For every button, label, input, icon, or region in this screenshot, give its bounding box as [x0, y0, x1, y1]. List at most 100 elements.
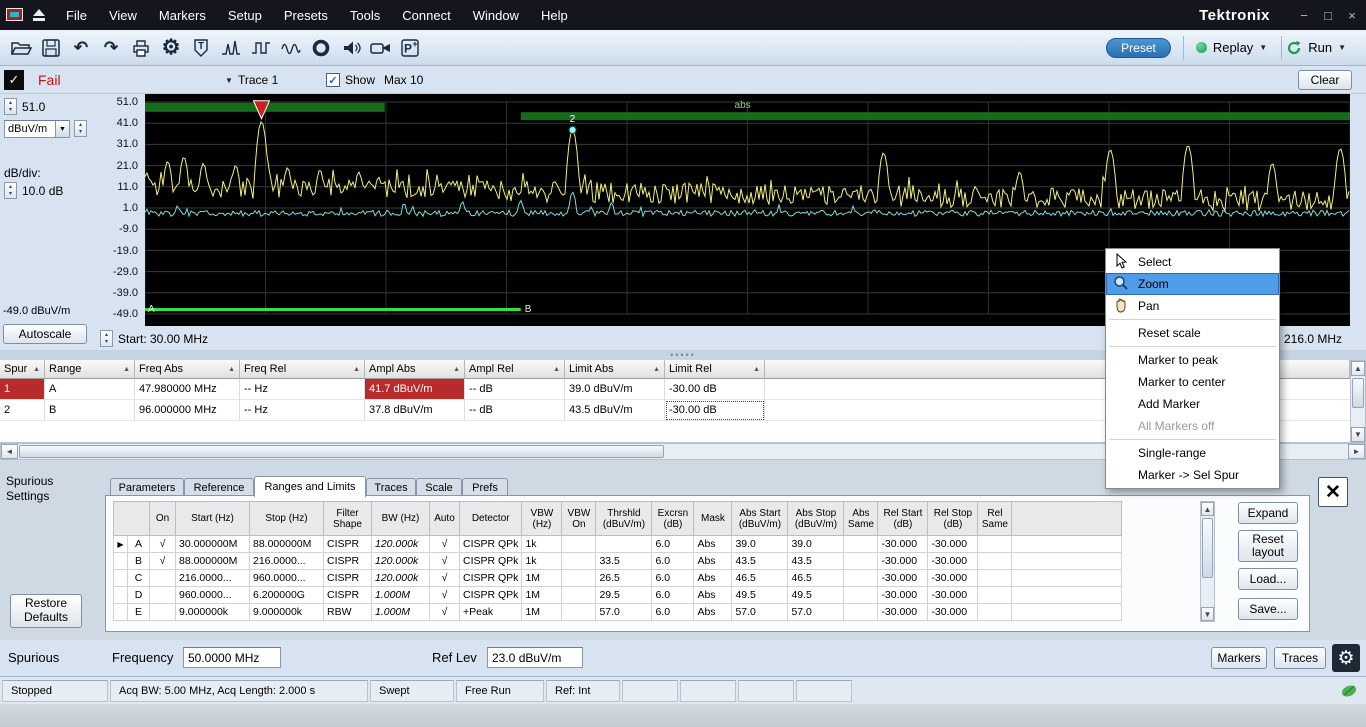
close-icon[interactable]: × — [1344, 8, 1360, 23]
stop-cell[interactable]: 9.000000k — [250, 604, 324, 621]
undo-button[interactable]: ↶ — [66, 33, 96, 63]
range-cell[interactable]: A — [45, 379, 135, 400]
rel-start-cell[interactable]: -30.000 — [878, 604, 928, 621]
abs-start-cell[interactable]: 46.5 — [732, 570, 788, 587]
mask-cell[interactable]: Abs — [694, 536, 732, 553]
unit-combo[interactable]: dBuV/m ▼ — [4, 120, 70, 138]
rel-start-cell[interactable]: -30.000 — [878, 587, 928, 604]
excrsn-cell[interactable]: 6.0 — [652, 536, 694, 553]
start-cell[interactable]: 88.000000M — [176, 553, 250, 570]
spur-table-vscrollbar[interactable]: ▲ ▼ — [1350, 360, 1366, 443]
vbw-cell[interactable]: 1M — [522, 604, 562, 621]
auto-checkbox[interactable]: √ — [430, 604, 460, 621]
range-row-c[interactable]: C 216.0000... 960.0000... CISPR 120.000k… — [114, 570, 1122, 587]
menu-connect[interactable]: Connect — [391, 0, 461, 30]
print-button[interactable] — [126, 33, 156, 63]
excrsn-cell[interactable]: 6.0 — [652, 553, 694, 570]
rel-start-cell[interactable]: -30.000 — [878, 536, 928, 553]
ampl-abs-cell[interactable]: 37.8 dBuV/m — [365, 400, 465, 421]
mask-cell[interactable]: Abs — [694, 587, 732, 604]
freq-rel-cell[interactable]: -- Hz — [240, 379, 365, 400]
stop-cell[interactable]: 6.200000G — [250, 587, 324, 604]
start-cell[interactable]: 960.0000... — [176, 587, 250, 604]
mask-cell[interactable]: Abs — [694, 604, 732, 621]
restore-icon[interactable]: □ — [1320, 8, 1336, 23]
trace-selector[interactable]: Trace 1 — [238, 73, 278, 87]
rel-stop-cell[interactable]: -30.000 — [928, 536, 978, 553]
thrshld-cell[interactable]: 29.5 — [596, 587, 652, 604]
ref-level-input[interactable] — [487, 647, 583, 668]
col-header-limit-rel[interactable]: Limit Rel▲ — [665, 360, 765, 379]
reset-layout-button[interactable]: Reset layout — [1238, 530, 1298, 562]
detector-cell[interactable]: CISPR QPk — [460, 570, 522, 587]
marker-tool-button[interactable]: T — [186, 33, 216, 63]
expand-button[interactable]: Expand — [1238, 502, 1298, 524]
trace-enabled-indicator[interactable]: ✓ — [4, 70, 24, 90]
abs-same-cell[interactable] — [844, 604, 878, 621]
range-row-d[interactable]: D 960.0000... 6.200000G CISPR 1.000M √ C… — [114, 587, 1122, 604]
detector-cell[interactable]: +Peak — [460, 604, 522, 621]
abs-start-cell[interactable]: 43.5 — [732, 553, 788, 570]
thrshld-cell[interactable]: 26.5 — [596, 570, 652, 587]
auto-checkbox[interactable]: √ — [430, 587, 460, 604]
col-header-range[interactable]: Range▲ — [45, 360, 135, 379]
load-button[interactable]: Load... — [1238, 568, 1298, 590]
menu-item-zoom[interactable]: Zoom — [1106, 273, 1279, 295]
auto-checkbox[interactable]: √ — [430, 570, 460, 587]
vbw-cell[interactable]: 1M — [522, 587, 562, 604]
rel-same-cell[interactable] — [978, 587, 1012, 604]
excrsn-cell[interactable]: 6.0 — [652, 587, 694, 604]
bw-cell[interactable]: 1.000M — [372, 604, 430, 621]
menu-item-marker-to-sel-spur[interactable]: Marker -> Sel Spur — [1106, 464, 1279, 486]
rel-stop-cell[interactable]: -30.000 — [928, 570, 978, 587]
abs-stop-cell[interactable]: 49.5 — [788, 587, 844, 604]
on-checkbox[interactable] — [150, 587, 176, 604]
thrshld-cell[interactable]: 57.0 — [596, 604, 652, 621]
spur-number-cell[interactable]: 2 — [0, 400, 45, 421]
start-frequency[interactable]: Start: 30.00 MHz — [118, 332, 208, 346]
ampl-rel-cell[interactable]: -- dB — [465, 379, 565, 400]
abs-start-cell[interactable]: 39.0 — [732, 536, 788, 553]
freq-abs-cell[interactable]: 47.980000 MHz — [135, 379, 240, 400]
autoscale-button[interactable]: Autoscale — [3, 324, 87, 344]
trace-selector-arrow-icon[interactable]: ▼ — [225, 76, 233, 85]
ampl-rel-cell[interactable]: -- dB — [465, 400, 565, 421]
range-cell[interactable]: B — [45, 400, 135, 421]
on-checkbox[interactable] — [150, 604, 176, 621]
abs-same-cell[interactable] — [844, 553, 878, 570]
menu-item-reset-scale[interactable]: Reset scale — [1106, 322, 1279, 344]
abs-same-cell[interactable] — [844, 570, 878, 587]
pulse-measure-button[interactable] — [246, 33, 276, 63]
excrsn-cell[interactable]: 6.0 — [652, 570, 694, 587]
menu-item-pan[interactable]: Pan — [1106, 295, 1279, 317]
range-row-e[interactable]: E 9.000000k 9.000000k RBW 1.000M √ +Peak… — [114, 604, 1122, 621]
range-row-b[interactable]: B √ 88.000000M 216.0000... CISPR 120.000… — [114, 553, 1122, 570]
col-header-ampl-abs[interactable]: Ampl Abs▲ — [365, 360, 465, 379]
rel-stop-cell[interactable]: -30.000 — [928, 587, 978, 604]
clear-button[interactable]: Clear — [1298, 70, 1352, 90]
rel-same-cell[interactable] — [978, 604, 1012, 621]
spur-measure-button[interactable] — [216, 33, 246, 63]
menu-tools[interactable]: Tools — [339, 0, 391, 30]
vbw-on-cell[interactable] — [562, 553, 596, 570]
filter-cell[interactable]: CISPR — [324, 587, 372, 604]
instrument-connect-icon[interactable] — [33, 9, 45, 21]
open-button[interactable] — [6, 33, 36, 63]
restore-defaults-button[interactable]: Restore Defaults — [10, 594, 82, 628]
top-ref-spinner[interactable]: ▴▾ — [4, 98, 17, 115]
save-settings-button[interactable]: Save... — [1238, 598, 1298, 620]
auto-checkbox[interactable]: √ — [430, 536, 460, 553]
col-header-freq-rel[interactable]: Freq Rel▲ — [240, 360, 365, 379]
rel-start-cell[interactable]: -30.000 — [878, 553, 928, 570]
menu-window[interactable]: Window — [462, 0, 530, 30]
run-dropdown[interactable]: Run ▼ — [1286, 40, 1346, 56]
on-checkbox[interactable]: √ — [150, 536, 176, 553]
filter-cell[interactable]: CISPR — [324, 536, 372, 553]
rel-stop-cell[interactable]: -30.000 — [928, 553, 978, 570]
bw-cell[interactable]: 120.000k — [372, 553, 430, 570]
menu-help[interactable]: Help — [530, 0, 579, 30]
stop-cell[interactable]: 88.000000M — [250, 536, 324, 553]
menu-setup[interactable]: Setup — [217, 0, 273, 30]
analog-trace-button[interactable] — [276, 33, 306, 63]
start-cell[interactable]: 9.000000k — [176, 604, 250, 621]
